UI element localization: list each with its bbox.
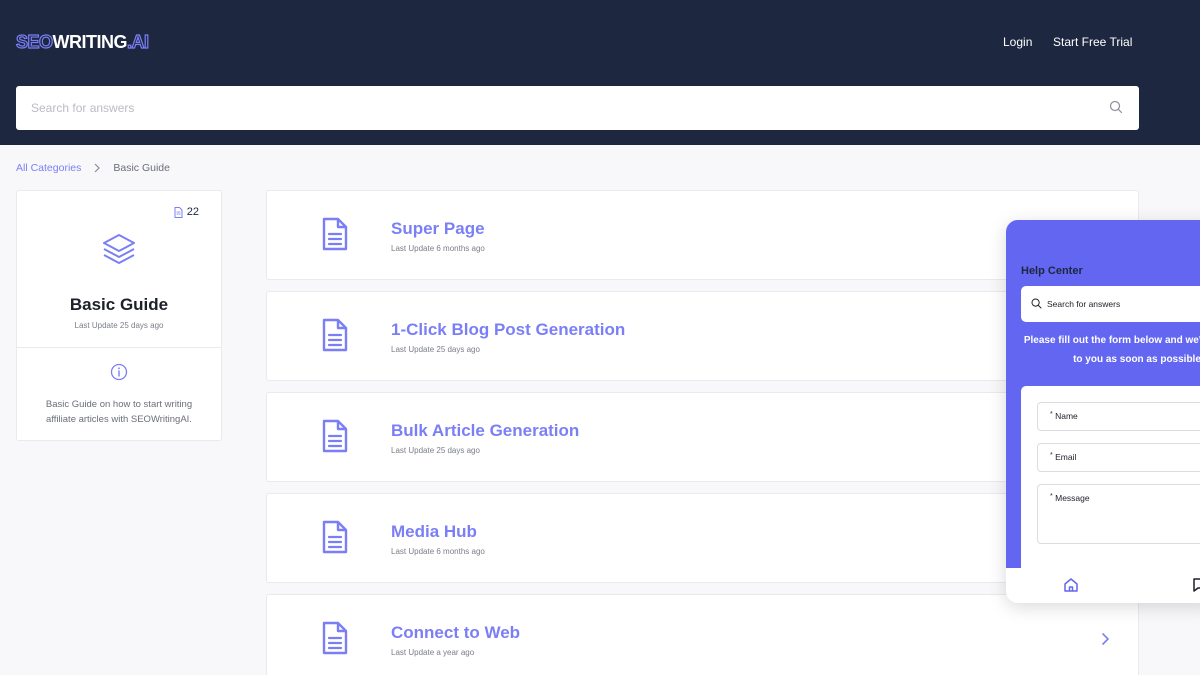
breadcrumb-all-categories[interactable]: All Categories [16, 162, 81, 174]
widget-message: Please fill out the form below and we'll… [1023, 335, 1200, 365]
category-card: 22 Basic Guide Last Update 25 days ago B… [16, 190, 222, 441]
search-icon[interactable] [1109, 100, 1123, 114]
home-icon[interactable] [1063, 577, 1079, 593]
message-field-label: Message [1055, 493, 1090, 503]
article-last-update: Last Update a year ago [391, 648, 475, 657]
email-field-label: Email [1055, 452, 1077, 462]
chevron-right-icon[interactable] [1101, 632, 1111, 646]
logo-part-writing: WRITING [52, 31, 128, 52]
search-icon [1031, 298, 1042, 309]
category-title: Basic Guide [69, 295, 169, 314]
widget-title: Help Center [1021, 265, 1083, 277]
widget-search-bar [1021, 286, 1200, 322]
search-input[interactable] [16, 86, 1096, 130]
article-title[interactable]: Connect to Web [391, 623, 520, 643]
name-field[interactable]: * Name [1037, 402, 1200, 431]
required-mark: * [1050, 493, 1053, 500]
document-icon [322, 419, 348, 453]
document-icon [322, 621, 348, 655]
email-field[interactable]: * Email [1037, 443, 1200, 472]
logo-part-ai: .AI [126, 31, 149, 52]
article-last-update: Last Update 6 months ago [391, 547, 485, 556]
widget-search-input[interactable] [1047, 286, 1200, 322]
contact-form: * Name * Email * Message [1021, 386, 1200, 576]
article-title[interactable]: Bulk Article Generation [391, 421, 579, 441]
document-icon [322, 318, 348, 352]
widget-panel: Help Center Please fill out the form bel… [1006, 220, 1200, 576]
article-title[interactable]: Super Page [391, 219, 485, 239]
document-icon [174, 206, 183, 218]
login-link[interactable]: Login [1003, 35, 1032, 49]
info-icon [110, 363, 128, 381]
category-description: Basic Guide on how to start writing affi… [45, 399, 193, 425]
message-field[interactable]: * Message [1037, 484, 1200, 544]
site-logo[interactable]: SEO WRITING .AI [15, 30, 149, 54]
article-card[interactable]: Connect to Web Last Update a year ago [266, 594, 1139, 675]
category-last-update: Last Update 25 days ago [74, 321, 164, 330]
help-center-widget: Help Center Please fill out the form bel… [1006, 220, 1200, 603]
start-free-trial-link[interactable]: Start Free Trial [1053, 35, 1132, 49]
article-last-update: Last Update 6 months ago [391, 244, 485, 253]
site-header: SEO WRITING .AI Login Start Free Trial [0, 0, 1200, 145]
divider [17, 347, 221, 348]
layers-icon [103, 234, 135, 264]
name-field-label: Name [1055, 411, 1078, 421]
required-mark: * [1050, 411, 1053, 418]
document-icon [322, 520, 348, 554]
required-mark: * [1050, 452, 1053, 459]
widget-tab-bar [1006, 568, 1200, 603]
article-title[interactable]: 1-Click Blog Post Generation [391, 320, 625, 340]
article-title[interactable]: Media Hub [391, 522, 477, 542]
article-count: 22 [174, 206, 199, 218]
breadcrumb: All Categories Basic Guide [16, 162, 170, 174]
breadcrumb-current: Basic Guide [113, 162, 170, 174]
chevron-right-icon [94, 163, 101, 173]
search-bar [16, 86, 1139, 130]
article-last-update: Last Update 25 days ago [391, 345, 480, 354]
article-count-value: 22 [186, 206, 199, 218]
chat-icon[interactable] [1192, 577, 1200, 593]
document-icon [322, 217, 348, 251]
logo-part-seo: SEO [15, 31, 53, 52]
article-last-update: Last Update 25 days ago [391, 446, 480, 455]
